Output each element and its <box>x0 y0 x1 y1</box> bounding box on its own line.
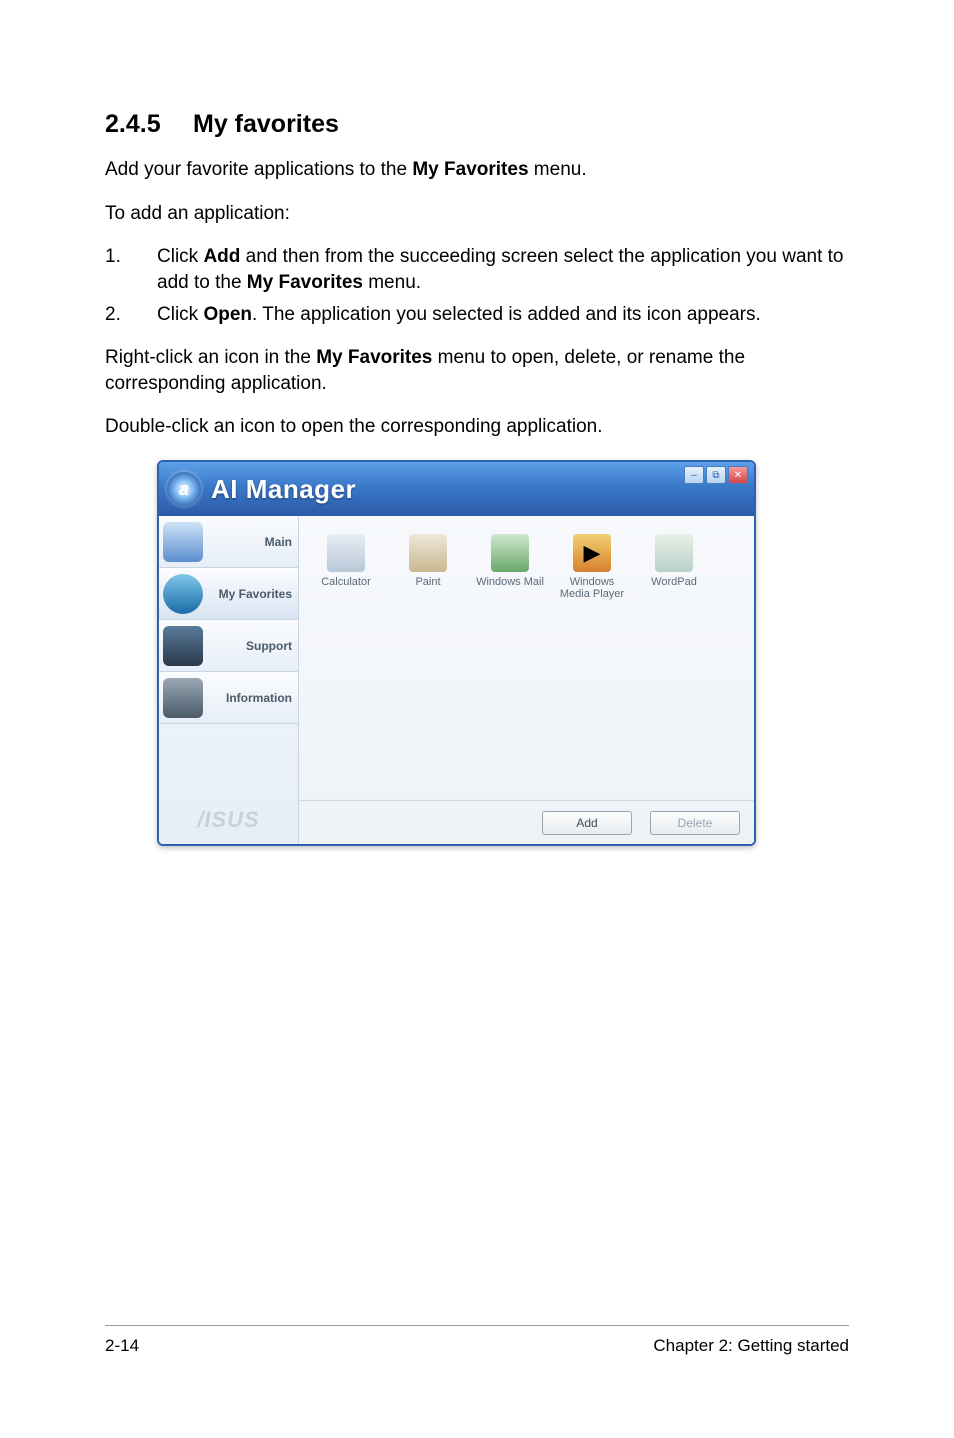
paragraph: Double-click an icon to open the corresp… <box>105 414 849 440</box>
screenshot: a AI Manager – ⧉ ✕ Main My Favorites <box>157 460 849 846</box>
close-button[interactable]: ✕ <box>728 466 748 484</box>
lead-paragraph: To add an application: <box>105 201 849 227</box>
brand-logo: /ISUS <box>159 796 298 844</box>
content-pane: Calculator Paint Windows Mail ▶ Wind <box>299 516 754 844</box>
list-text: Click Open. The application you selected… <box>157 302 849 328</box>
favorites-icon <box>163 574 203 614</box>
section-heading: 2.4.5My favorites <box>105 110 849 139</box>
text: Add your favorite applications to the <box>105 159 412 180</box>
delete-button[interactable]: Delete <box>650 811 740 835</box>
text-bold: My Favorites <box>247 272 363 293</box>
support-icon <box>163 626 203 666</box>
text: Click <box>157 304 203 325</box>
list-item: 2. Click Open. The application you selec… <box>105 302 849 328</box>
app-label: Windows Media Player <box>555 576 629 602</box>
text: . The application you selected is added … <box>252 304 761 325</box>
button-bar: Add Delete <box>299 800 754 844</box>
document-page: 2.4.5My favorites Add your favorite appl… <box>0 0 954 1438</box>
heading-number: 2.4.5 <box>105 110 193 139</box>
text: menu. <box>529 159 587 180</box>
app-calculator[interactable]: Calculator <box>309 534 383 602</box>
sidebar-item-label: Support <box>207 639 292 653</box>
titlebar[interactable]: a AI Manager – ⧉ ✕ <box>159 462 754 516</box>
window-buttons: – ⧉ ✕ <box>684 466 748 484</box>
list-number: 1. <box>105 244 157 295</box>
text-bold: My Favorites <box>316 347 432 368</box>
sidebar-item-information[interactable]: Information <box>159 672 298 724</box>
sidebar-item-support[interactable]: Support <box>159 620 298 672</box>
app-label: Paint <box>415 576 440 602</box>
paragraph: Right-click an icon in the My Favorites … <box>105 345 849 396</box>
list-text: Click Add and then from the succeeding s… <box>157 244 849 295</box>
information-icon <box>163 678 203 718</box>
text-bold: Open <box>203 304 252 325</box>
restore-button[interactable]: ⧉ <box>706 466 726 484</box>
window-body: Main My Favorites Support Information <box>159 516 754 844</box>
minimize-button[interactable]: – <box>684 466 704 484</box>
text: Right-click an icon in the <box>105 347 316 368</box>
intro-paragraph: Add your favorite applications to the My… <box>105 157 849 183</box>
wordpad-icon <box>655 534 693 572</box>
favorites-grid: Calculator Paint Windows Mail ▶ Wind <box>299 516 754 800</box>
list-number: 2. <box>105 302 157 328</box>
add-button[interactable]: Add <box>542 811 632 835</box>
text: menu. <box>363 272 421 293</box>
app-windows-media-player[interactable]: ▶ Windows Media Player <box>555 534 629 602</box>
sidebar-item-label: Main <box>207 535 292 549</box>
paint-icon <box>409 534 447 572</box>
sidebar-item-label: Information <box>207 691 292 705</box>
ai-manager-window: a AI Manager – ⧉ ✕ Main My Favorites <box>157 460 756 846</box>
list-item: 1. Click Add and then from the succeedin… <box>105 244 849 295</box>
app-label: WordPad <box>651 576 697 602</box>
app-logo-icon: a <box>167 472 201 506</box>
text-bold: My Favorites <box>412 159 528 180</box>
sidebar-item-my-favorites[interactable]: My Favorites <box>159 568 298 620</box>
window-title: AI Manager <box>211 474 356 505</box>
sidebar-item-label: My Favorites <box>207 587 292 601</box>
ordered-list: 1. Click Add and then from the succeedin… <box>105 244 849 327</box>
sidebar-item-main[interactable]: Main <box>159 516 298 568</box>
app-wordpad[interactable]: WordPad <box>637 534 711 602</box>
mail-icon <box>491 534 529 572</box>
page-number: 2-14 <box>105 1336 139 1356</box>
app-paint[interactable]: Paint <box>391 534 465 602</box>
app-label: Calculator <box>321 576 371 602</box>
text: Click <box>157 246 203 267</box>
chapter-label: Chapter 2: Getting started <box>653 1336 849 1356</box>
media-player-icon: ▶ <box>573 534 611 572</box>
heading-title: My favorites <box>193 110 339 138</box>
calculator-icon <box>327 534 365 572</box>
page-footer: 2-14 Chapter 2: Getting started <box>105 1325 849 1356</box>
text-bold: Add <box>203 246 240 267</box>
main-icon <box>163 522 203 562</box>
app-windows-mail[interactable]: Windows Mail <box>473 534 547 602</box>
app-label: Windows Mail <box>476 576 544 602</box>
sidebar: Main My Favorites Support Information <box>159 516 299 844</box>
